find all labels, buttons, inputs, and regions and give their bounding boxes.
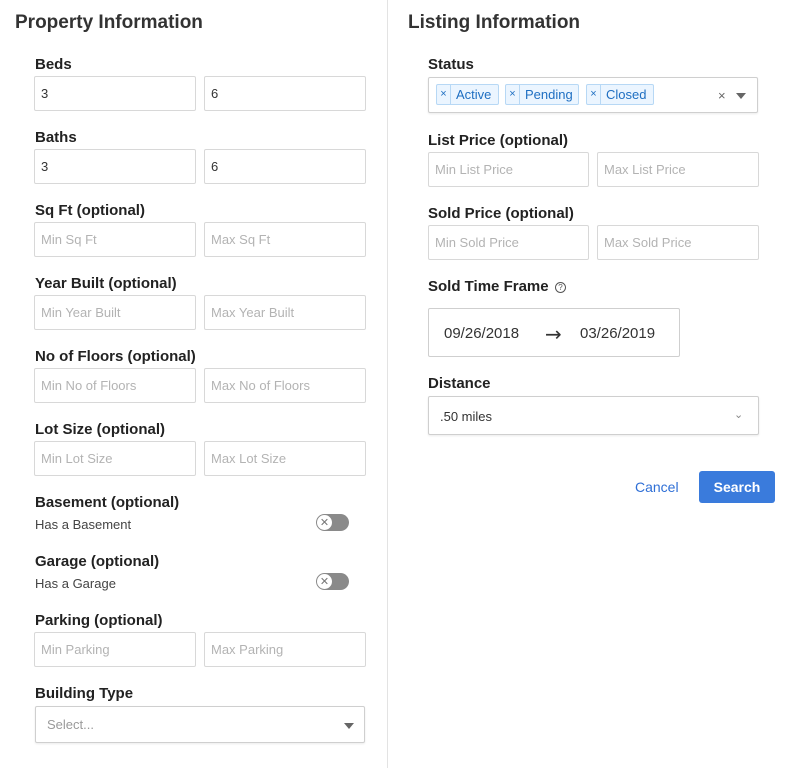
distance-label: Distance bbox=[428, 375, 491, 392]
max-sold-price-input[interactable] bbox=[597, 225, 759, 260]
search-button[interactable]: Search bbox=[699, 471, 775, 503]
status-tag-pending: × Pending bbox=[505, 84, 579, 105]
floors-label: No of Floors (optional) bbox=[35, 348, 196, 365]
help-icon[interactable]: ? bbox=[555, 282, 566, 293]
property-section-title: Property Information bbox=[15, 12, 203, 33]
caret-down-icon bbox=[344, 723, 354, 729]
distance-select[interactable]: .50 miles ⌄ bbox=[428, 396, 759, 435]
parking-label: Parking (optional) bbox=[35, 612, 163, 629]
garage-toggle-label: Has a Garage bbox=[35, 576, 116, 591]
lot-size-label: Lot Size (optional) bbox=[35, 421, 165, 438]
min-sold-price-input[interactable] bbox=[428, 225, 589, 260]
min-lot-size-input[interactable] bbox=[34, 441, 196, 476]
min-baths-input[interactable] bbox=[34, 149, 196, 184]
basement-toggle-label: Has a Basement bbox=[35, 517, 132, 532]
min-floors-input[interactable] bbox=[34, 368, 196, 403]
status-tag-active: × Active bbox=[436, 84, 499, 105]
garage-toggle[interactable]: ✕ bbox=[316, 573, 349, 590]
min-sqft-input[interactable] bbox=[34, 222, 196, 257]
toggle-off-icon: ✕ bbox=[317, 574, 332, 589]
max-floors-input[interactable] bbox=[204, 368, 366, 403]
sqft-label: Sq Ft (optional) bbox=[35, 202, 145, 219]
distance-value: .50 miles bbox=[440, 409, 493, 424]
year-built-label: Year Built (optional) bbox=[35, 275, 177, 292]
toggle-off-icon: ✕ bbox=[317, 515, 332, 530]
sold-price-label: Sold Price (optional) bbox=[428, 205, 574, 222]
status-label: Status bbox=[428, 56, 474, 73]
max-parking-input[interactable] bbox=[204, 632, 366, 667]
cancel-button[interactable]: Cancel bbox=[635, 479, 679, 495]
min-year-built-input[interactable] bbox=[34, 295, 196, 330]
end-date[interactable]: 03/26/2019 bbox=[580, 325, 655, 342]
sold-time-frame-label: Sold Time Frame bbox=[428, 278, 549, 295]
listing-section-title: Listing Information bbox=[408, 12, 581, 33]
status-tag-closed: × Closed bbox=[586, 84, 654, 105]
chevron-down-icon: ⌄ bbox=[734, 408, 744, 421]
list-price-label: List Price (optional) bbox=[428, 132, 569, 149]
basement-toggle[interactable]: ✕ bbox=[316, 514, 349, 531]
max-sqft-input[interactable] bbox=[204, 222, 366, 257]
arrow-right-icon: → bbox=[545, 322, 562, 346]
max-beds-input[interactable] bbox=[204, 76, 366, 111]
building-type-placeholder: Select... bbox=[47, 717, 94, 732]
column-divider bbox=[387, 0, 388, 768]
remove-tag-icon[interactable]: × bbox=[506, 85, 520, 104]
building-type-select[interactable]: Select... bbox=[35, 706, 365, 743]
baths-label: Baths bbox=[35, 129, 77, 146]
max-year-built-input[interactable] bbox=[204, 295, 366, 330]
min-list-price-input[interactable] bbox=[428, 152, 589, 187]
caret-down-icon[interactable] bbox=[736, 93, 746, 99]
start-date[interactable]: 09/26/2018 bbox=[444, 325, 519, 342]
status-multiselect[interactable]: × Active × Pending × Closed × bbox=[428, 77, 758, 113]
clear-all-icon[interactable]: × bbox=[718, 88, 726, 103]
beds-label: Beds bbox=[35, 56, 72, 73]
remove-tag-icon[interactable]: × bbox=[437, 85, 451, 104]
garage-label: Garage (optional) bbox=[35, 553, 160, 570]
max-baths-input[interactable] bbox=[204, 149, 366, 184]
remove-tag-icon[interactable]: × bbox=[587, 85, 601, 104]
basement-label: Basement (optional) bbox=[35, 494, 180, 511]
max-lot-size-input[interactable] bbox=[204, 441, 366, 476]
min-beds-input[interactable] bbox=[34, 76, 196, 111]
building-type-label: Building Type bbox=[35, 685, 134, 702]
min-parking-input[interactable] bbox=[34, 632, 196, 667]
date-range-picker[interactable]: 09/26/2018 → 03/26/2019 bbox=[428, 308, 680, 357]
max-list-price-input[interactable] bbox=[597, 152, 759, 187]
